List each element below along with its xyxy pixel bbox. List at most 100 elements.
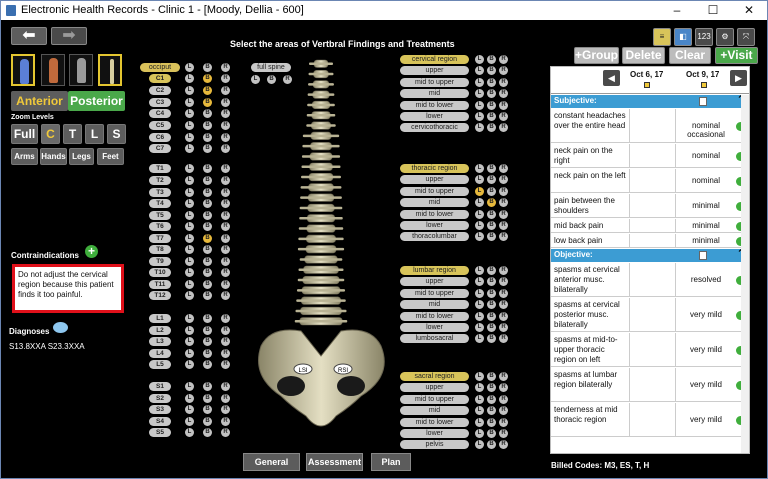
add-contraindication-icon[interactable]: + (85, 245, 98, 258)
vertebra-t11-l[interactable]: L (185, 280, 194, 289)
vertebra-label-s3[interactable]: S3 (149, 405, 171, 414)
vertebra-label-l5[interactable]: L5 (149, 360, 171, 369)
vertebra-c5-b[interactable]: B (203, 121, 212, 130)
region-thoracolumbar-r[interactable]: R (499, 232, 508, 242)
region-mid-to-upper-b[interactable]: B (487, 394, 496, 404)
vertebra-label-c3[interactable]: C3 (149, 98, 171, 107)
region-mid[interactable]: mid (400, 406, 469, 416)
vertebra-s2-b[interactable]: B (203, 394, 212, 403)
region-pelvis[interactable]: pelvis (400, 440, 469, 450)
region-mid-to-lower[interactable]: mid to lower (400, 311, 469, 321)
region-lower-r[interactable]: R (499, 323, 508, 332)
region-mid-to-lower-b[interactable]: B (487, 209, 496, 219)
finding-value[interactable]: minimal (676, 221, 736, 230)
vertebra-l4-r[interactable]: R (221, 349, 230, 358)
region-mid-r[interactable]: R (499, 89, 508, 99)
table-row[interactable]: neck pain on the left nominal (551, 169, 749, 193)
vertebra-l5-r[interactable]: R (221, 360, 230, 369)
vertebra-c4-r[interactable]: R (221, 109, 230, 118)
view-muscle-thumb[interactable] (41, 54, 65, 86)
vertebra-t9-b[interactable]: B (203, 257, 212, 266)
vertebra-t11-r[interactable]: R (221, 280, 230, 289)
general-button[interactable]: General (243, 453, 300, 471)
vertebra-t12-b[interactable]: B (203, 291, 212, 300)
region-mid-to-upper-r[interactable]: R (499, 288, 508, 298)
vertebra-c1-r[interactable]: R (221, 74, 230, 83)
region-lower-l[interactable]: L (475, 323, 484, 332)
vertebra-c6-r[interactable]: R (221, 133, 230, 142)
region-mid-to-upper-b[interactable]: B (487, 288, 496, 298)
part-hands-button[interactable]: Hands (40, 148, 67, 165)
vertebra-label-c2[interactable]: C2 (149, 86, 171, 95)
next-visit-arrow-icon[interactable]: ▶ (730, 70, 747, 86)
vertebra-c3-r[interactable]: R (221, 98, 230, 107)
region-upper[interactable]: upper (400, 277, 469, 287)
region-thoracic-region[interactable]: thoracic region (400, 164, 469, 173)
finding-value[interactable]: very mild (676, 380, 736, 389)
region-mid-to-lower-r[interactable]: R (499, 100, 508, 110)
vertebra-s4-b[interactable]: B (203, 417, 212, 426)
vertebra-label-s1[interactable]: S1 (149, 382, 171, 391)
vertebra-l3-b[interactable]: B (203, 337, 212, 346)
vertebra-s4-l[interactable]: L (185, 417, 194, 426)
region-cervicothoracic-b[interactable]: B (487, 123, 496, 133)
vertebra-l1-l[interactable]: L (185, 314, 194, 323)
region-mid-to-upper[interactable]: mid to upper (400, 394, 469, 404)
region-mid-r[interactable]: R (499, 406, 508, 416)
minimize-button[interactable]: – (659, 1, 695, 20)
region-mid-to-upper-b[interactable]: B (487, 77, 496, 87)
vertebra-t3-b[interactable]: B (203, 188, 212, 197)
region-mid-to-upper-r[interactable]: R (499, 394, 508, 404)
clear-button[interactable]: Clear (669, 47, 711, 64)
region-upper-r[interactable]: R (499, 277, 508, 287)
region-mid-to-lower-b[interactable]: B (487, 417, 496, 427)
region-mid-l[interactable]: L (475, 198, 484, 208)
objective-section-header[interactable]: Objective:⌃ (551, 248, 749, 262)
vertebra-t1-b[interactable]: B (203, 164, 212, 173)
vertebra-s5-l[interactable]: L (185, 428, 194, 437)
table-row[interactable]: tenderness at mid thoracic region very mi… (551, 403, 749, 437)
finding-value[interactable]: very mild (676, 415, 736, 424)
region-lower-b[interactable]: B (487, 323, 496, 332)
vertebra-c4-l[interactable]: L (185, 109, 194, 118)
region-lumbar-region[interactable]: lumbar region (400, 266, 469, 275)
region-mid-to-upper[interactable]: mid to upper (400, 186, 469, 196)
vertebra-t8-b[interactable]: B (203, 245, 212, 254)
vertebra-t2-r[interactable]: R (221, 176, 230, 185)
occiput-label[interactable]: occiput (140, 63, 180, 72)
vertebra-label-l1[interactable]: L1 (149, 314, 171, 323)
region-cervicothoracic[interactable]: cervicothoracic (400, 123, 469, 133)
vertebra-label-s5[interactable]: S5 (149, 428, 171, 437)
subjective-section-header[interactable]: Subjective:⌃ (551, 94, 749, 108)
region-thoracolumbar-b[interactable]: B (487, 232, 496, 242)
vertebra-t11-b[interactable]: B (203, 280, 212, 289)
vertebra-c1-l[interactable]: L (185, 74, 194, 83)
region-thoracic-region-r[interactable]: R (499, 164, 508, 173)
region-mid-to-lower-l[interactable]: L (475, 311, 484, 321)
finding-value[interactable]: very mild (676, 345, 736, 354)
region-mid-b[interactable]: B (487, 300, 496, 310)
part-feet-button[interactable]: Feet (97, 148, 124, 165)
region-lower-l[interactable]: L (475, 112, 484, 121)
region-mid-to-upper-r[interactable]: R (499, 186, 508, 196)
region-mid-to-lower-r[interactable]: R (499, 417, 508, 427)
region-mid-to-lower[interactable]: mid to lower (400, 417, 469, 427)
gear-icon[interactable]: ⚙ (716, 28, 734, 46)
table-row[interactable]: spasms at cervical anterior musc. bilate… (551, 263, 749, 297)
vertebra-s4-r[interactable]: R (221, 417, 230, 426)
vertebra-s3-l[interactable]: L (185, 405, 194, 414)
vertebra-t5-l[interactable]: L (185, 211, 194, 220)
vertebra-label-t7[interactable]: T7 (149, 234, 171, 243)
region-mid-to-lower-l[interactable]: L (475, 209, 484, 219)
vertebra-label-t8[interactable]: T8 (149, 245, 171, 254)
vertebra-s5-b[interactable]: B (203, 428, 212, 437)
vertebra-c5-r[interactable]: R (221, 121, 230, 130)
vertebra-label-t10[interactable]: T10 (149, 268, 171, 277)
vertebra-t7-l[interactable]: L (185, 234, 194, 243)
posterior-button[interactable]: Posterior (68, 91, 125, 111)
region-upper-r[interactable]: R (499, 383, 508, 393)
vertebra-label-c6[interactable]: C6 (149, 133, 171, 142)
region-thoracic-region-l[interactable]: L (475, 164, 484, 173)
vertebra-t7-r[interactable]: R (221, 234, 230, 243)
region-upper-b[interactable]: B (487, 383, 496, 393)
